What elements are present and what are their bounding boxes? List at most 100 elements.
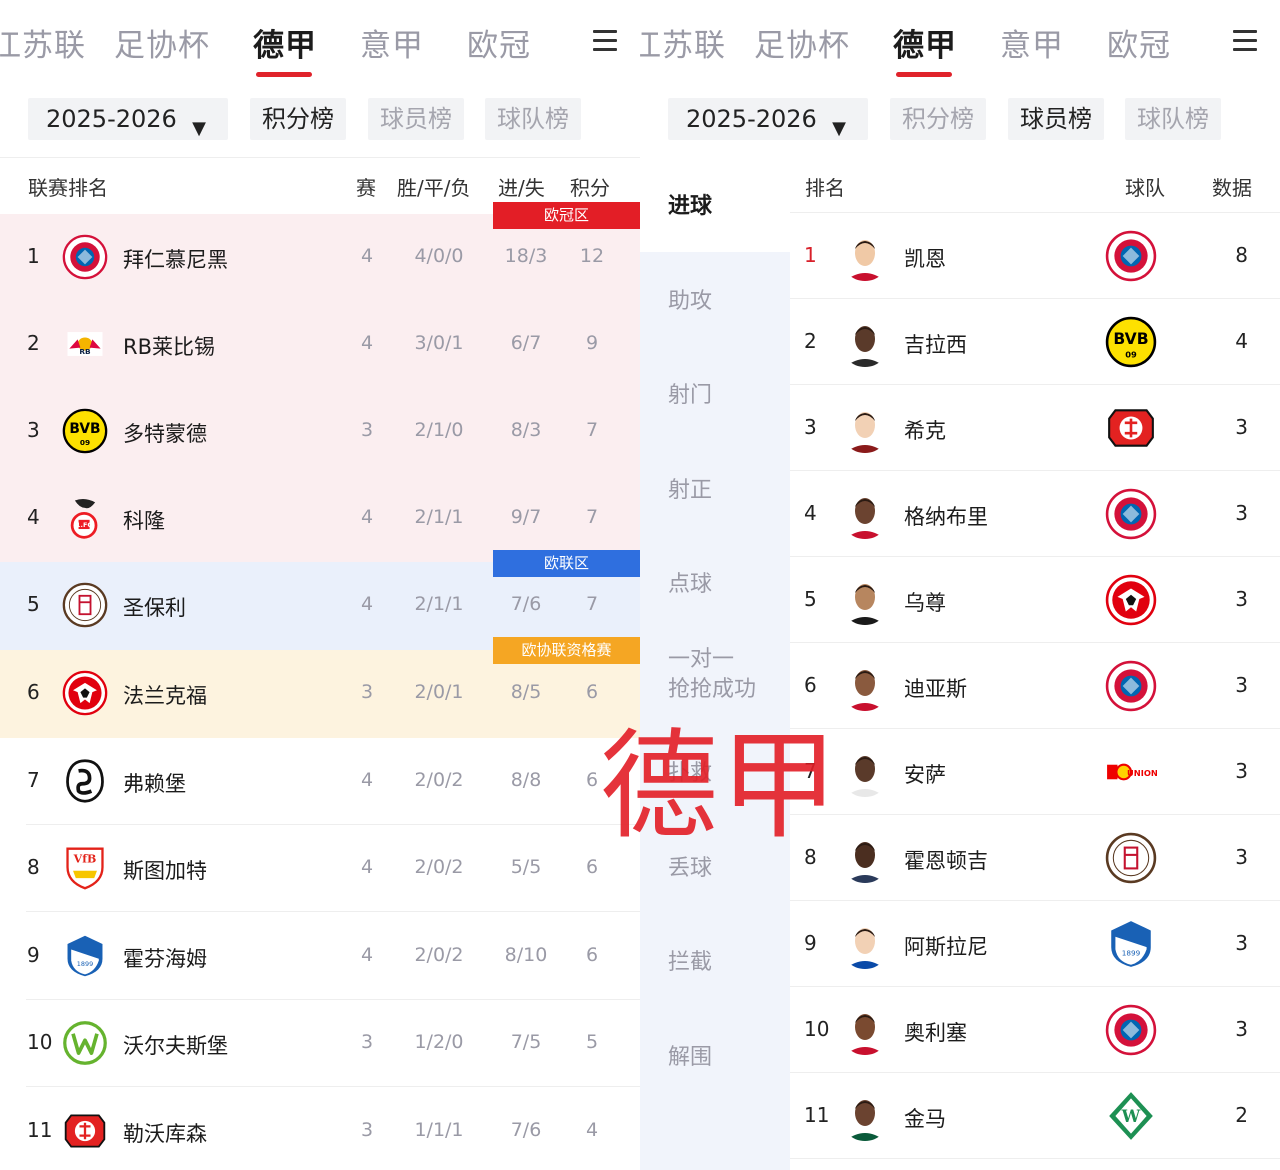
- player-row[interactable]: 3 希克 3: [790, 385, 1280, 471]
- player-row[interactable]: 11 金马 W 2: [790, 1073, 1280, 1159]
- tab-jiangsu[interactable]: 江苏联: [640, 20, 726, 65]
- team-name: 科隆: [123, 509, 165, 533]
- player-avatar: [840, 833, 890, 883]
- player-avatar: [840, 489, 890, 539]
- stat-value: 3: [1235, 501, 1248, 525]
- rank: 11: [27, 1118, 53, 1142]
- team-name: 弗赖堡: [123, 772, 186, 796]
- wdl: 3/0/1: [414, 332, 464, 354]
- team-name: 法兰克福: [123, 684, 207, 708]
- subtab-teams[interactable]: 球队榜: [485, 98, 581, 140]
- player-row[interactable]: 2 吉拉西 BVB 09 4: [790, 299, 1280, 385]
- points: 6: [585, 944, 599, 966]
- player-row[interactable]: 8 霍恩顿吉 3: [790, 815, 1280, 901]
- leverkusen-logo: [1105, 402, 1157, 454]
- stat-category-item[interactable]: 助攻: [640, 253, 790, 347]
- tab-serie-a[interactable]: 意甲: [1000, 20, 1064, 65]
- season-value: 2025-2026: [46, 105, 177, 133]
- stat-value: 3: [1235, 931, 1248, 955]
- points: 12: [579, 245, 605, 267]
- stat-category-label: 解围: [668, 1044, 713, 1070]
- standings-row[interactable]: 11 勒沃库森 3 1/1/1 7/6 4: [0, 1088, 640, 1170]
- svg-text:1899: 1899: [1122, 948, 1141, 957]
- player-row[interactable]: 7 安萨 UNION 3: [790, 729, 1280, 815]
- standings-row[interactable]: 9 1899 霍芬海姆 4 2/0/2 8/10 6: [0, 913, 640, 1000]
- subtab-players[interactable]: 球员榜: [1008, 98, 1104, 140]
- stat-category-item[interactable]: 进球: [640, 158, 790, 252]
- menu-icon[interactable]: [593, 30, 617, 52]
- player-avatar: [840, 747, 890, 797]
- rank: 3: [804, 415, 817, 439]
- subtab-standings[interactable]: 积分榜: [890, 98, 986, 140]
- subtab-teams[interactable]: 球队榜: [1125, 98, 1221, 140]
- bayern-logo: [1105, 660, 1157, 712]
- tab-champions-league[interactable]: 欧冠: [467, 20, 531, 65]
- tab-fa-cup[interactable]: 足协杯: [754, 20, 850, 65]
- tab-champions-league[interactable]: 欧冠: [1107, 20, 1171, 65]
- player-row[interactable]: 4 格纳布里 3: [790, 471, 1280, 557]
- wdl: 2/0/2: [414, 769, 464, 791]
- points: 7: [585, 419, 599, 441]
- bayern-logo: [1105, 230, 1157, 282]
- svg-text:UNION: UNION: [1127, 768, 1157, 778]
- tab-bundesliga[interactable]: 德甲: [253, 20, 317, 65]
- played: 4: [360, 856, 374, 878]
- stat-category-item[interactable]: 解围: [640, 1009, 790, 1103]
- standings-row[interactable]: 3 BVB 09 多特蒙德 3 2/1/0 8/3 7: [0, 388, 640, 475]
- bremen-logo: W: [1105, 1090, 1157, 1142]
- row-divider: [26, 1086, 640, 1087]
- stat-value: 8: [1235, 243, 1248, 267]
- header-wdl: 胜/平/负: [397, 176, 471, 200]
- rank: 9: [27, 943, 40, 967]
- standings-row[interactable]: 4 1.FC 科隆 4 2/1/1 9/7 7: [0, 475, 640, 562]
- stat-value: 3: [1235, 759, 1248, 783]
- stat-value: 3: [1235, 415, 1248, 439]
- stat-value: 3: [1235, 845, 1248, 869]
- stat-category-label: 点球: [668, 572, 713, 597]
- menu-icon[interactable]: [1233, 30, 1257, 52]
- tab-serie-a[interactable]: 意甲: [360, 20, 424, 65]
- player-row[interactable]: 10 奥利塞 3: [790, 987, 1280, 1073]
- standings-row[interactable]: 7 弗赖堡 4 2/0/2 8/8 6: [0, 738, 640, 825]
- wdl: 1/1/1: [414, 1119, 464, 1141]
- tab-fa-cup[interactable]: 足协杯: [114, 20, 210, 65]
- player-row[interactable]: 6 迪亚斯 3: [790, 643, 1280, 729]
- hoffenheim-logo: 1899: [62, 933, 108, 979]
- subtab-standings[interactable]: 积分榜: [250, 98, 346, 140]
- standings-row[interactable]: 8 VfB 斯图加特 4 2/0/2 5/5 6: [0, 825, 640, 912]
- rank: 1: [27, 244, 40, 268]
- stat-category-item[interactable]: 拦截: [640, 914, 790, 1008]
- divider: [0, 157, 640, 158]
- points: 4: [585, 1119, 599, 1141]
- team-name: 沃尔夫斯堡: [123, 1034, 228, 1058]
- svg-text:W: W: [1121, 1106, 1141, 1126]
- player-row[interactable]: 9 阿斯拉尼 1899 3: [790, 901, 1280, 987]
- rank: 1: [804, 243, 817, 267]
- gf-ga: 7/6: [510, 1119, 542, 1141]
- tab-bundesliga[interactable]: 德甲: [893, 20, 957, 65]
- row-divider: [790, 1158, 1280, 1159]
- active-tab-indicator: [896, 72, 952, 77]
- stat-category-label: 助攻: [668, 288, 713, 314]
- standings-panel: 江苏联 足协杯 德甲 意甲 欧冠 2025-2026 ▼ 积分榜 球员榜 球队榜…: [0, 0, 640, 1170]
- season-select[interactable]: 2025-2026 ▼: [668, 98, 868, 140]
- stat-category-item[interactable]: 射正: [640, 442, 790, 536]
- player-row[interactable]: 1 凯恩 8: [790, 213, 1280, 299]
- tab-jiangsu[interactable]: 江苏联: [0, 20, 86, 65]
- gf-ga: 5/5: [510, 856, 542, 878]
- team-name: 霍芬海姆: [123, 947, 207, 971]
- season-select[interactable]: 2025-2026 ▼: [28, 98, 228, 140]
- played: 3: [360, 1031, 374, 1053]
- subtab-players[interactable]: 球员榜: [368, 98, 464, 140]
- stat-category-label: 拦截: [668, 950, 713, 975]
- played: 4: [360, 769, 374, 791]
- gf-ga: 9/7: [510, 506, 542, 528]
- player-avatar: [840, 919, 890, 969]
- stat-category-item[interactable]: 点球: [640, 536, 790, 630]
- standings-row[interactable]: 2 RB RB莱比锡 4 3/0/1 6/7 9: [0, 301, 640, 388]
- stat-category-item[interactable]: 射门: [640, 347, 790, 441]
- stpauli-logo: [1105, 832, 1157, 884]
- player-row[interactable]: 5 乌尊 3: [790, 557, 1280, 643]
- bayern-logo: [1105, 1004, 1157, 1056]
- standings-row[interactable]: 10 沃尔夫斯堡 3 1/2/0 7/5 5: [0, 1000, 640, 1087]
